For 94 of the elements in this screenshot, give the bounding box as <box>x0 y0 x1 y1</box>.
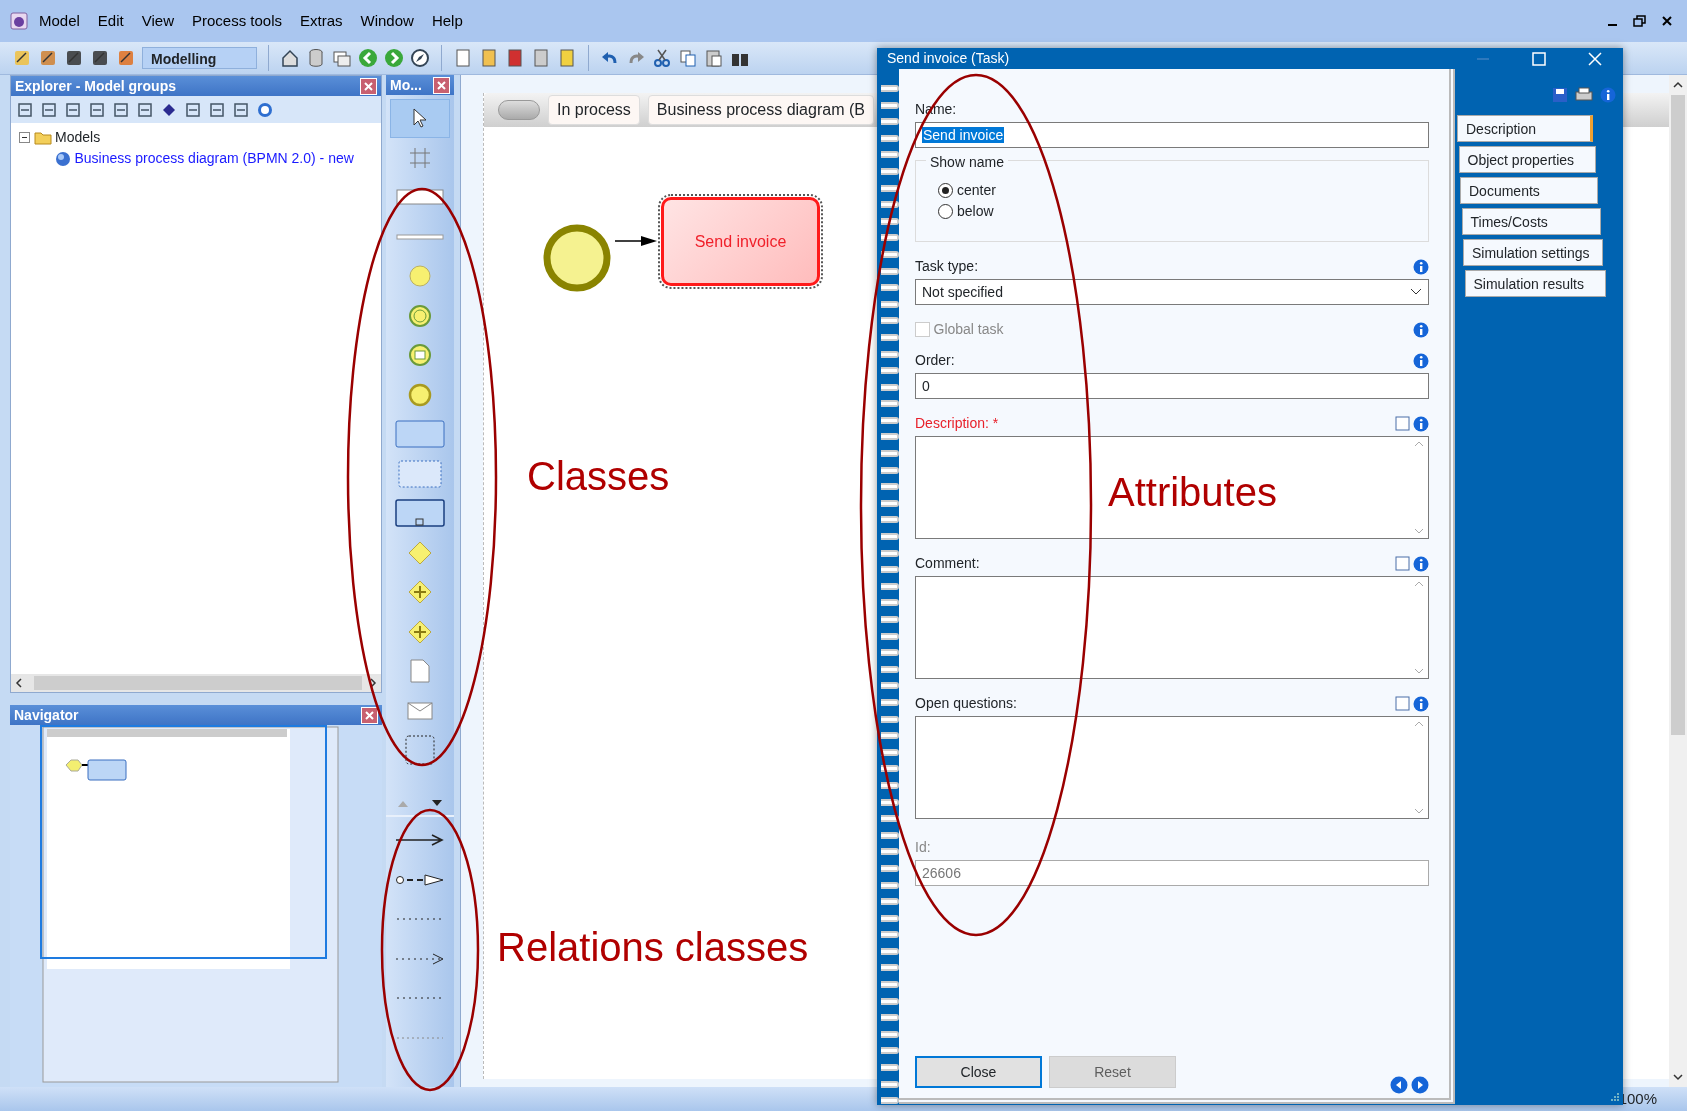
header-tab[interactable]: Business process diagram (B <box>647 95 874 125</box>
close-icon[interactable] <box>1661 15 1673 27</box>
dashed-square-icon[interactable] <box>405 735 435 766</box>
menu-item[interactable]: Model <box>32 7 87 35</box>
window-title: Send invoice (Task) <box>887 49 1010 68</box>
panel-title: Mo... <box>390 75 422 95</box>
info-icon[interactable] <box>1413 321 1429 338</box>
info-icon[interactable] <box>1413 415 1429 432</box>
header-tab[interactable]: In process <box>548 95 640 125</box>
envelope-icon[interactable] <box>407 701 433 720</box>
dialog-tab[interactable]: Times/Costs <box>1461 208 1601 235</box>
copy-icon[interactable] <box>678 48 698 68</box>
radio-label[interactable]: center <box>957 180 996 201</box>
restore-icon[interactable] <box>1633 15 1647 27</box>
toggle-pill[interactable] <box>498 100 540 120</box>
info-icon[interactable] <box>1600 87 1616 103</box>
compass-icon[interactable] <box>410 48 430 68</box>
plus-diamond-icon[interactable] <box>408 619 432 644</box>
chevron-down-icon[interactable] <box>1410 288 1422 296</box>
collapse-toggle-icon[interactable] <box>19 132 30 143</box>
panel-title: Navigator <box>14 705 79 725</box>
scroll-right-icon[interactable] <box>370 678 377 688</box>
tree-item[interactable]: Business process diagram (BPMN 2.0) - new <box>74 148 354 169</box>
new-file-icon[interactable] <box>453 48 473 68</box>
field-label: Id: <box>915 838 931 857</box>
selected-text: Send invoice <box>922 127 1005 143</box>
annotation-label: Attributes <box>1108 472 1277 512</box>
scroll-down-icon[interactable] <box>432 799 442 807</box>
info-icon[interactable] <box>1413 352 1429 369</box>
home-icon[interactable] <box>280 48 300 68</box>
field-label: Comment: <box>915 554 980 573</box>
app-icon[interactable] <box>10 12 28 30</box>
scroll-left-icon[interactable] <box>15 678 22 688</box>
circle-dashed-arrow-icon[interactable] <box>395 872 445 887</box>
scroll-down-icon[interactable] <box>1673 1074 1683 1081</box>
dialog-tab[interactable]: Object properties <box>1458 146 1596 173</box>
dashed-rectangle-icon[interactable] <box>398 459 442 488</box>
order-input[interactable]: 0 <box>915 373 1429 399</box>
task-type-dropdown[interactable]: Not specified <box>915 279 1429 305</box>
field-label: Open questions: <box>915 694 1017 713</box>
radio-label[interactable]: below <box>957 201 994 222</box>
info-icon[interactable] <box>1413 555 1429 572</box>
forward-icon[interactable] <box>384 48 404 68</box>
dotted-line-icon[interactable] <box>396 995 444 1002</box>
dialog-tab[interactable]: Simulation results <box>1464 270 1606 297</box>
resize-grip-icon[interactable] <box>1610 1092 1620 1102</box>
group-legend: Show name <box>926 154 1008 170</box>
field-label: Order: <box>915 351 955 370</box>
horizontal-scrollbar[interactable] <box>11 674 381 692</box>
faint-dotted-line-icon[interactable] <box>396 1034 444 1041</box>
diagram-icon <box>55 150 71 167</box>
menu-item[interactable]: Help <box>424 7 470 35</box>
lane-icon[interactable] <box>396 233 444 240</box>
annotation-label: Classes <box>527 456 670 496</box>
annotation-label: Relations classes <box>497 927 809 967</box>
grid-icon[interactable] <box>409 146 431 169</box>
field-label: Description: * <box>915 414 999 433</box>
folder-icon <box>33 130 52 145</box>
dialog-tab[interactable]: Documents <box>1460 177 1598 204</box>
panel-title: Explorer - Model groups <box>15 76 176 96</box>
next-icon[interactable] <box>1411 1076 1429 1095</box>
tree-item[interactable]: Models <box>55 127 101 148</box>
marked-rectangle-icon[interactable] <box>395 499 445 528</box>
mode-field[interactable]: Modelling <box>142 47 257 69</box>
dotted-line-icon[interactable] <box>396 916 444 923</box>
dotted-arrow-icon[interactable] <box>395 951 445 966</box>
scissors-icon[interactable] <box>652 48 672 68</box>
clock-circle-icon[interactable] <box>408 303 432 328</box>
vertical-scrollbar[interactable] <box>1669 75 1687 1087</box>
radio-button[interactable] <box>938 204 953 219</box>
menu-item[interactable]: Process tools <box>184 7 289 35</box>
menu-item[interactable]: View <box>134 7 181 35</box>
field-label: Task type: <box>915 257 979 276</box>
menu-item[interactable]: Extras <box>293 7 350 35</box>
dialog-tab[interactable]: Simulation settings <box>1463 239 1603 266</box>
envelope-circle-icon[interactable] <box>408 343 432 368</box>
pointer-icon[interactable] <box>412 108 428 129</box>
name-input[interactable]: Send invoice <box>915 122 1429 148</box>
radio-button[interactable] <box>938 183 953 198</box>
info-icon[interactable] <box>1413 695 1429 712</box>
dialog-button[interactable]: Close <box>915 1056 1042 1089</box>
menu-item[interactable]: Window <box>353 7 421 35</box>
back-icon[interactable] <box>358 48 378 68</box>
paste-icon[interactable] <box>704 48 724 68</box>
thick-circle-icon[interactable] <box>408 382 432 407</box>
start-event-circle[interactable] <box>542 223 612 293</box>
scroll-up-icon[interactable] <box>1673 81 1683 88</box>
previous-icon[interactable] <box>1389 1076 1408 1095</box>
plus-diamond-icon[interactable] <box>408 580 432 605</box>
dialog-tab[interactable]: Description <box>1457 115 1593 142</box>
info-icon[interactable] <box>1413 258 1429 275</box>
document-icon[interactable] <box>410 659 430 684</box>
solid-arrow-icon[interactable] <box>395 833 445 848</box>
menu-item[interactable]: Edit <box>90 7 131 35</box>
